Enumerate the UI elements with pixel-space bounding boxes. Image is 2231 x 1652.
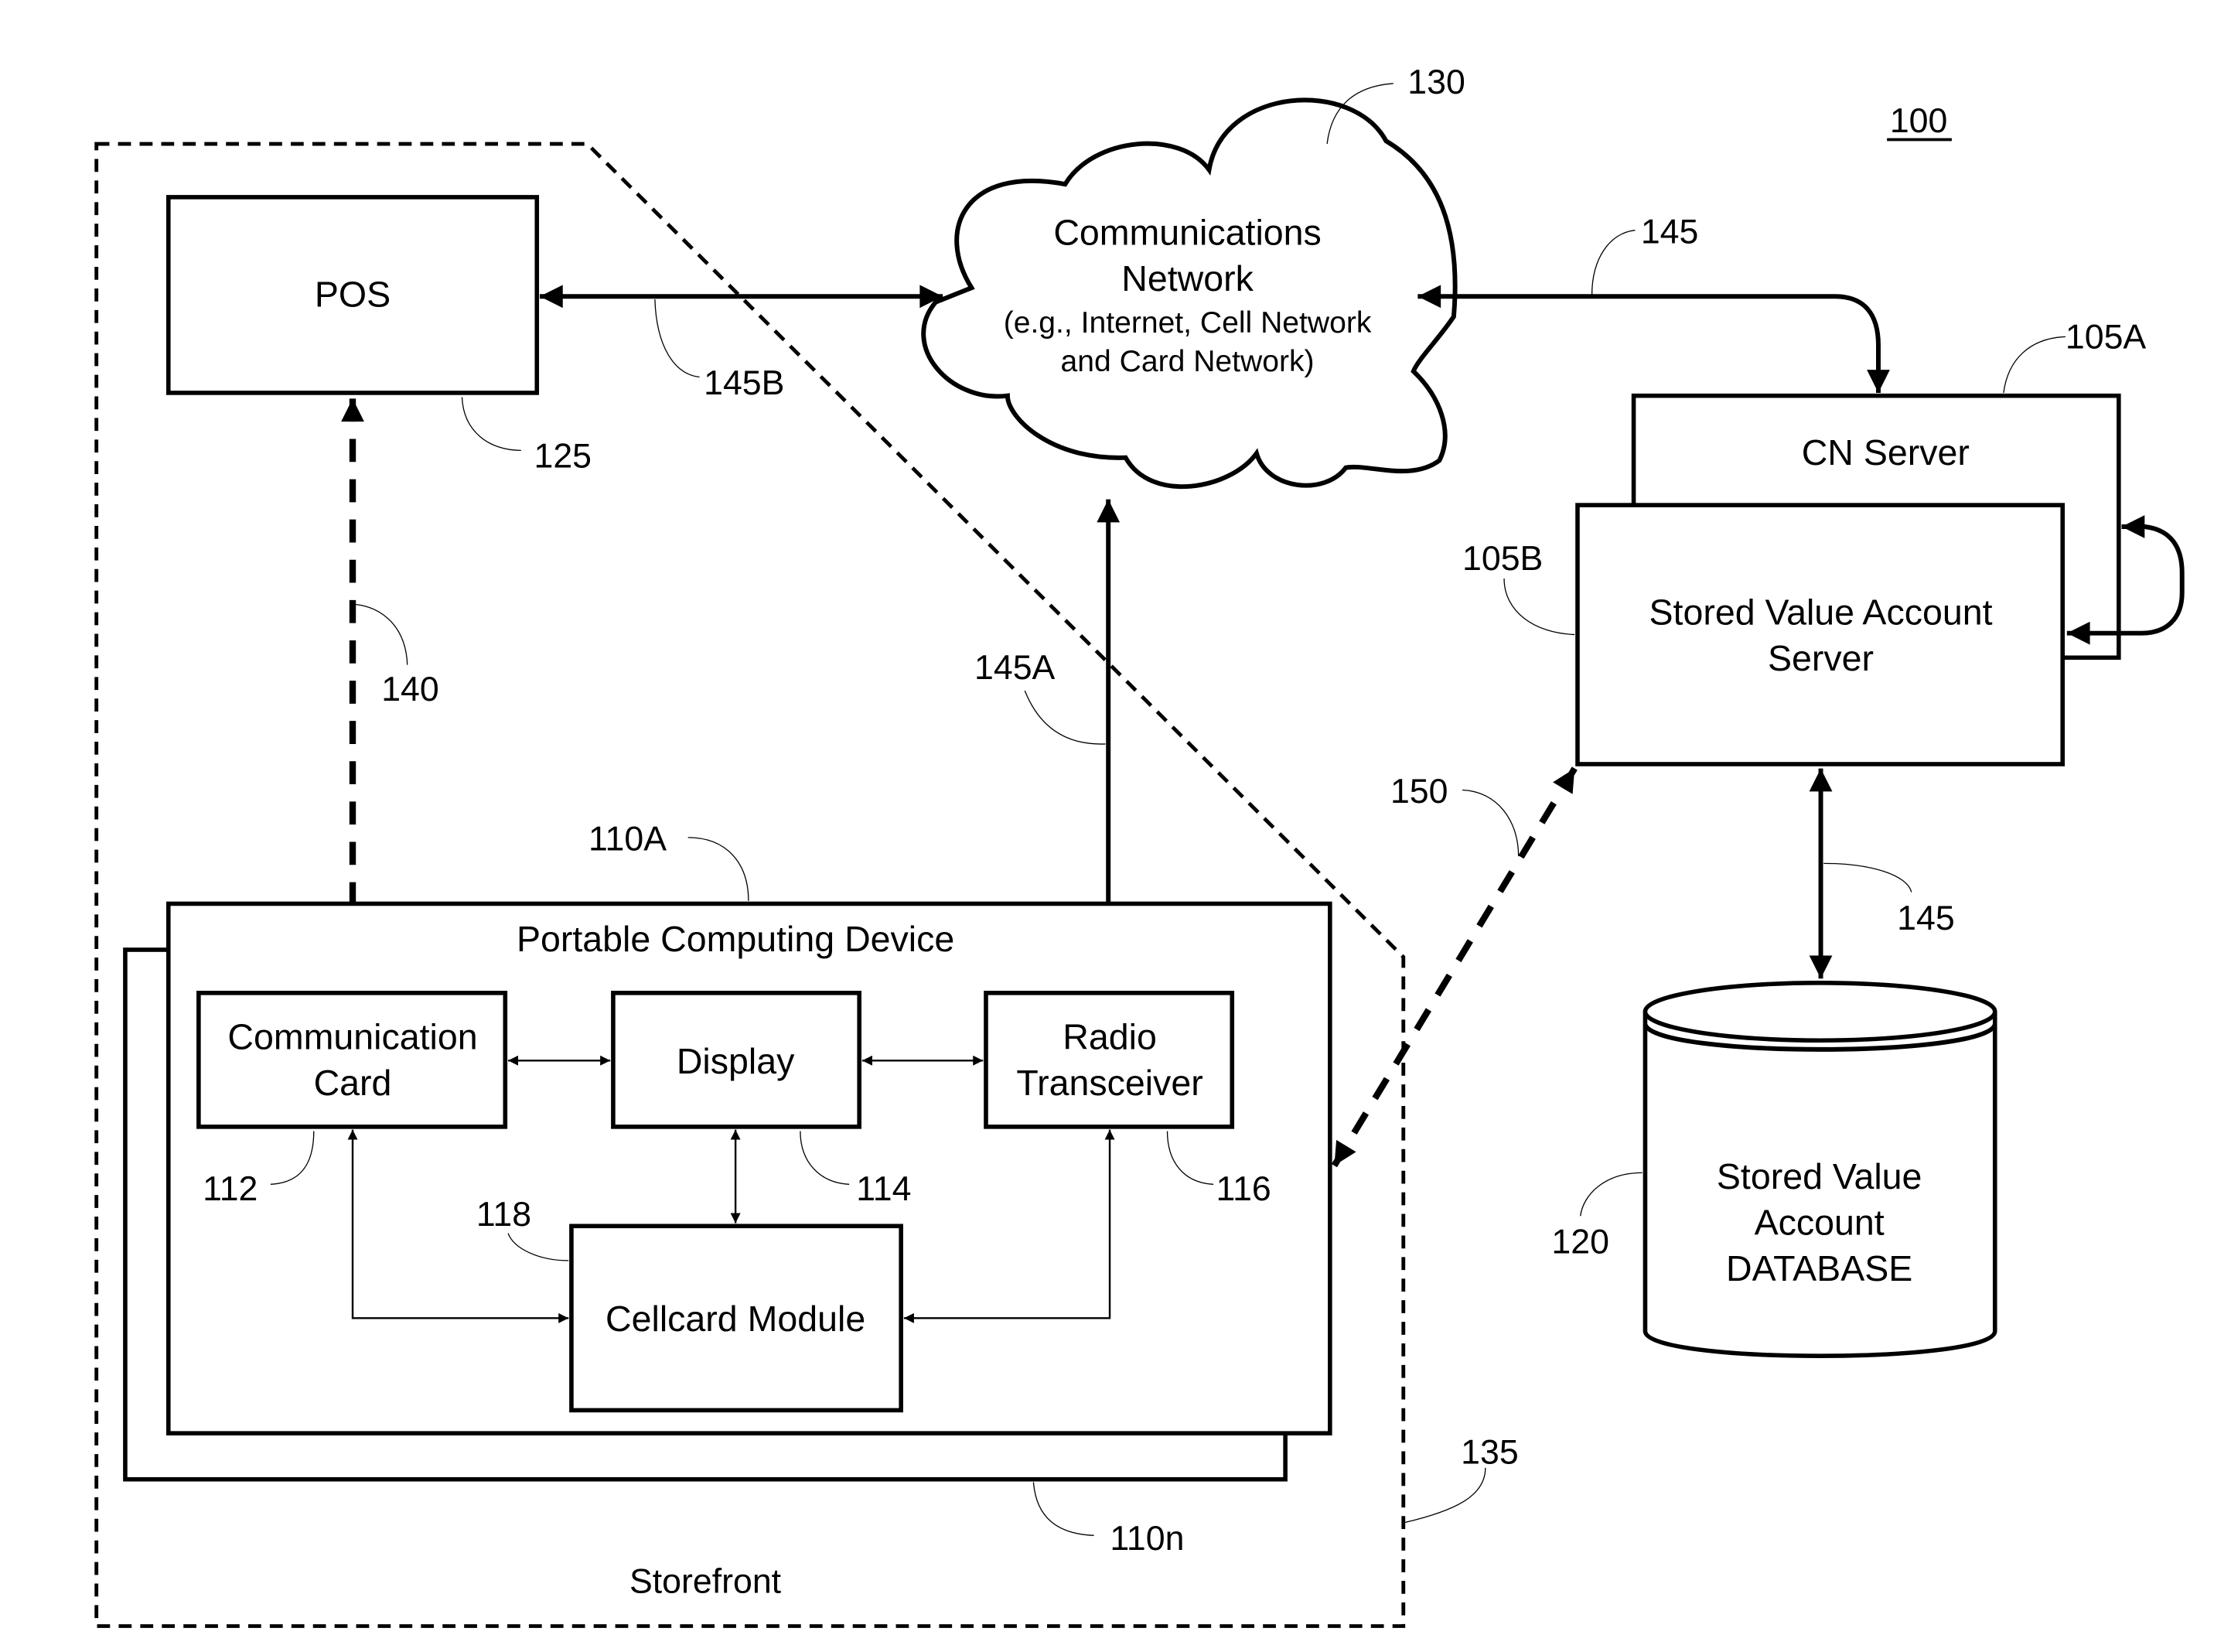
database-ref: 120 — [1551, 1224, 1609, 1261]
display-ref: 114 — [856, 1170, 911, 1208]
link-sva-db-ref-leader — [1823, 862, 1912, 893]
network-sub-line2: and Card Network) — [1061, 345, 1315, 378]
storefront-label: Storefront — [629, 1563, 782, 1601]
figure-ref: 100 — [1890, 102, 1948, 140]
link-sva-pcd — [1331, 766, 1578, 1168]
radio-label-line1: Radio — [1063, 1016, 1157, 1056]
comm-card-box — [196, 991, 508, 1129]
link-sva-pcd-ref-leader — [1462, 789, 1520, 857]
database-label-line1: Stored Value — [1717, 1156, 1922, 1196]
comm-card-ref: 112 — [203, 1170, 258, 1208]
pcd-title: Portable Computing Device — [517, 919, 954, 959]
cn-server-ref-leader — [2003, 336, 2066, 394]
comm-card-label-line1: Communication — [227, 1016, 477, 1056]
link-network-cn — [1417, 285, 1890, 393]
network-sub-line1: (e.g., Internet, Cell Network — [1004, 306, 1372, 340]
database-label-line2: Account — [1755, 1202, 1885, 1242]
network-title-line2: Network — [1121, 258, 1254, 299]
pos-ref-leader — [461, 397, 521, 452]
link-network-cn-ref-leader — [1591, 230, 1636, 295]
link-sva-pcd-ref: 150 — [1390, 773, 1448, 811]
link-network-radio-ref: 145A — [974, 649, 1056, 687]
link-pos-comm-ref: 140 — [381, 671, 439, 708]
sva-server-label-line2: Server — [1768, 638, 1874, 678]
cn-server-ref: 105A — [2066, 318, 2147, 356]
system-diagram: 100 Storefront 135 Communications Networ… — [94, 63, 2185, 1628]
radio-box — [984, 991, 1235, 1129]
sva-server-label-line1: Stored Value Account — [1649, 592, 1993, 633]
pcd-front-ref-leader — [687, 837, 749, 901]
cn-server-label: CN Server — [1802, 432, 1970, 473]
network-ref: 130 — [1407, 63, 1465, 101]
link-network-cn-ref: 145 — [1641, 213, 1699, 251]
link-pos-network-ref: 145B — [704, 364, 784, 402]
link-pos-comm-ref-leader — [355, 603, 408, 665]
comm-card-label-line2: Card — [314, 1063, 392, 1103]
cellcard-ref: 118 — [476, 1196, 531, 1234]
display-label: Display — [677, 1041, 795, 1081]
network-title-line1: Communications — [1053, 212, 1321, 252]
pcd-front-ref: 110A — [588, 821, 667, 858]
sva-server-ref-leader — [1503, 578, 1575, 636]
pcd-back-ref: 110n — [1110, 1520, 1184, 1558]
storefront-ref-leader — [1404, 1467, 1486, 1524]
storefront-ref: 135 — [1461, 1433, 1519, 1471]
sva-server-ref: 105B — [1462, 540, 1543, 578]
link-network-radio-ref-leader — [1024, 690, 1106, 745]
radio-label-line2: Transceiver — [1016, 1063, 1202, 1103]
link-pos-network-ref-leader — [654, 299, 700, 378]
pos-label: POS — [315, 274, 391, 314]
pcd-back-ref-leader — [1032, 1482, 1094, 1536]
database-label-line3: DATABASE — [1726, 1248, 1912, 1288]
pos-ref: 125 — [534, 438, 592, 476]
radio-ref: 116 — [1216, 1170, 1271, 1208]
cellcard-label: Cellcard Module — [606, 1299, 865, 1339]
link-sva-db-ref: 145 — [1897, 899, 1955, 937]
database-ref-leader — [1580, 1172, 1643, 1217]
sva-server-box — [1575, 503, 2066, 766]
